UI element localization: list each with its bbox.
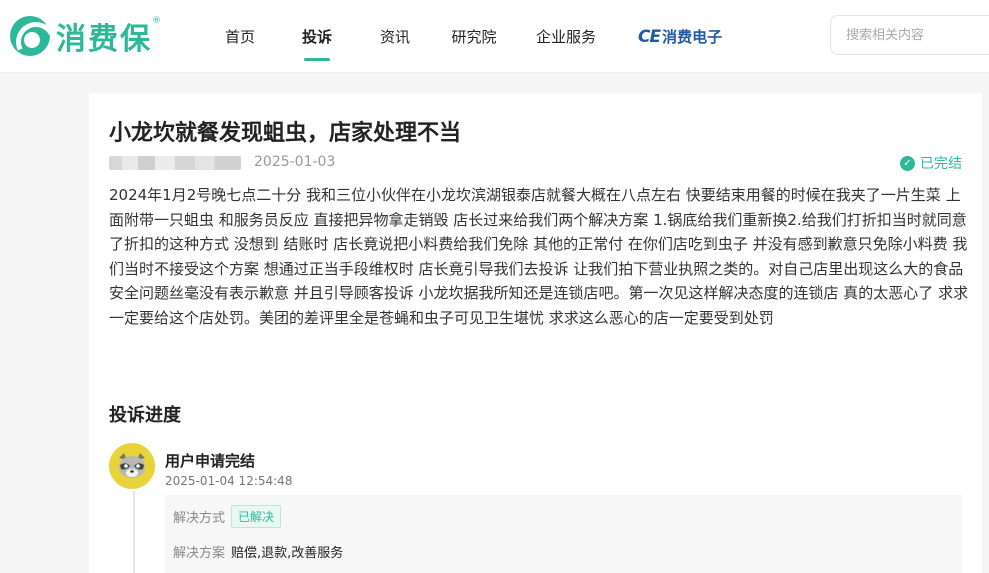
brand-logo[interactable]: 消费保 ® <box>10 14 161 58</box>
ce-logo-mark: CE <box>638 26 661 47</box>
nav-item-news[interactable]: 资讯 <box>356 0 434 73</box>
brand-name: 消费保 <box>56 22 152 57</box>
status-text: 已完结 <box>920 156 962 172</box>
ce-logo-text: 消费电子 <box>662 28 723 46</box>
nav-item-institute[interactable]: 研究院 <box>434 0 514 73</box>
nav-item-label: 企业服务 <box>535 28 596 46</box>
timeline-line <box>133 491 135 573</box>
progress-section-title: 投诉进度 <box>109 405 181 426</box>
nav-item-home[interactable]: 首页 <box>200 0 280 73</box>
complaint-date: 2025-01-03 <box>254 154 336 170</box>
main-nav: 首页 投诉 资讯 研究院 企业服务 CE 消费电子 <box>200 0 722 73</box>
search-box <box>830 15 989 55</box>
resolution-plan-value: 赔偿,退款,改善服务 <box>231 546 344 561</box>
nav-item-complaints[interactable]: 投诉 <box>278 0 356 73</box>
resolution-plan-row: 解决方案 赔偿,退款,改善服务 <box>173 542 343 561</box>
progress-step-title: 用户申请完结 <box>165 452 256 470</box>
avatar <box>109 443 155 489</box>
nav-item-enterprise[interactable]: 企业服务 <box>514 0 618 73</box>
user-name-blurred <box>109 156 241 170</box>
search-input[interactable] <box>831 16 989 54</box>
top-header: 消费保 ® 首页 投诉 资讯 研究院 企业服务 CE 消费电子 <box>0 0 989 73</box>
status-badge: ✓ 已完结 <box>900 153 962 173</box>
resolution-method-tag: 已解决 <box>231 505 282 528</box>
raccoon-avatar-icon <box>119 453 145 478</box>
resolution-method-label: 解决方式 <box>173 511 226 526</box>
nav-item-label: 投诉 <box>301 28 332 46</box>
progress-step-time: 2025-01-04 12:54:48 <box>165 474 293 488</box>
nav-item-label: 研究院 <box>451 28 497 46</box>
complaint-content: 2024年1月2号晚七点二十分 我和三位小伙伴在小龙坎滨湖银泰店就餐大概在八点左… <box>109 186 969 327</box>
progress-step-detail: 解决方式 已解决 解决方案 赔偿,退款,改善服务 <box>165 495 962 573</box>
check-circle-icon: ✓ <box>900 155 915 171</box>
brand-logo-icon <box>10 16 50 56</box>
nav-item-label: 资讯 <box>379 28 410 46</box>
complaint-card: 小龙坎就餐发现蛆虫，店家处理不当 2025-01-03 ✓ 已完结 2024年1… <box>89 93 982 573</box>
registered-mark: ® <box>152 16 161 26</box>
nav-item-label: 首页 <box>224 28 255 46</box>
complaint-title: 小龙坎就餐发现蛆虫，店家处理不当 <box>109 121 462 146</box>
resolution-method-row: 解决方式 已解决 <box>173 505 282 528</box>
nav-item-consumer-electronics[interactable]: CE 消费电子 <box>638 0 722 73</box>
resolution-plan-label: 解决方案 <box>173 546 226 561</box>
